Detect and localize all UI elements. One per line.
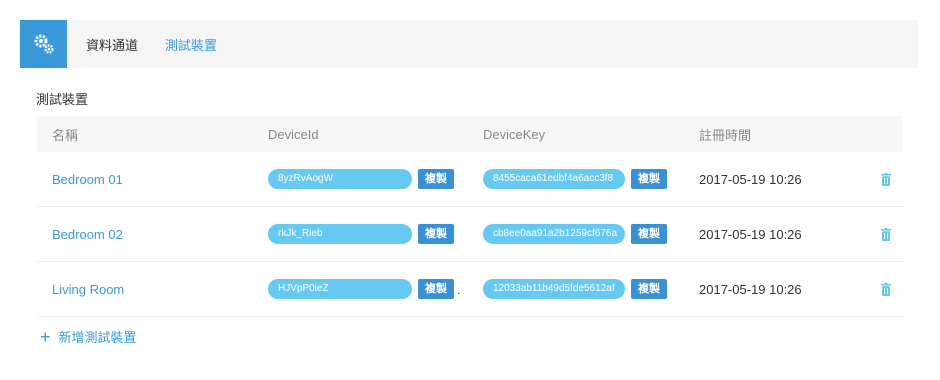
- copy-device-id-button[interactable]: 複製: [418, 279, 454, 299]
- top-nav-bar: 資料通道 測試裝置: [20, 20, 918, 68]
- table-row: Bedroom 02 rkJk_Rieb 複製 cb8ee0aa91a2b125…: [37, 207, 903, 262]
- device-key-field[interactable]: 8455caca61edbf4a6acc3f8: [483, 169, 625, 189]
- header-registered-time: 註冊時間: [699, 127, 752, 143]
- gears-icon: [34, 34, 54, 54]
- settings-gears-button[interactable]: [20, 20, 67, 68]
- device-id-field[interactable]: rkJk_Rieb: [268, 224, 412, 244]
- add-test-device-link[interactable]: + 新增測試裝置: [40, 327, 137, 346]
- plus-icon: +: [40, 326, 51, 347]
- stray-dot: .: [457, 281, 461, 297]
- table-header: 名稱 DeviceId DeviceKey 註冊時間: [37, 116, 903, 152]
- device-id-field[interactable]: HJVpP0ieZ: [268, 279, 412, 299]
- copy-device-key-button[interactable]: 複製: [631, 169, 667, 189]
- section-title: 測試裝置: [36, 92, 89, 107]
- device-name-link[interactable]: Living Room: [52, 282, 124, 297]
- trash-icon[interactable]: [881, 227, 891, 241]
- devices-table: 名稱 DeviceId DeviceKey 註冊時間 Bedroom 01 8y…: [37, 116, 903, 317]
- tab-data-channels[interactable]: 資料通道: [81, 35, 143, 54]
- add-test-device-label: 新增測試裝置: [58, 330, 137, 345]
- device-name-link[interactable]: Bedroom 01: [52, 172, 123, 187]
- copy-device-key-button[interactable]: 複製: [631, 279, 667, 299]
- registered-time: 2017-05-19 10:26: [699, 226, 802, 242]
- copy-device-id-button[interactable]: 複製: [418, 224, 454, 244]
- copy-device-id-button[interactable]: 複製: [418, 169, 454, 189]
- tab-test-devices[interactable]: 測試裝置: [160, 35, 222, 54]
- header-name: 名稱: [52, 127, 79, 143]
- table-row: Living Room HJVpP0ieZ 複製 . 12033ab11b49d…: [37, 262, 903, 317]
- header-device-key: DeviceKey: [483, 126, 546, 142]
- device-key-field[interactable]: cb8ee0aa91a2b1259cf676a: [483, 224, 625, 244]
- device-id-field[interactable]: 8yzRvAogW: [268, 169, 412, 189]
- header-device-id: DeviceId: [268, 126, 319, 142]
- device-key-field[interactable]: 12033ab11b49d5fde5612af: [483, 279, 625, 299]
- trash-icon[interactable]: [881, 172, 891, 186]
- trash-icon[interactable]: [881, 282, 891, 296]
- table-row: Bedroom 01 8yzRvAogW 複製 8455caca61edbf4a…: [37, 152, 903, 207]
- registered-time: 2017-05-19 10:26: [699, 281, 802, 297]
- device-name-link[interactable]: Bedroom 02: [52, 227, 123, 242]
- copy-device-key-button[interactable]: 複製: [631, 224, 667, 244]
- registered-time: 2017-05-19 10:26: [699, 171, 802, 187]
